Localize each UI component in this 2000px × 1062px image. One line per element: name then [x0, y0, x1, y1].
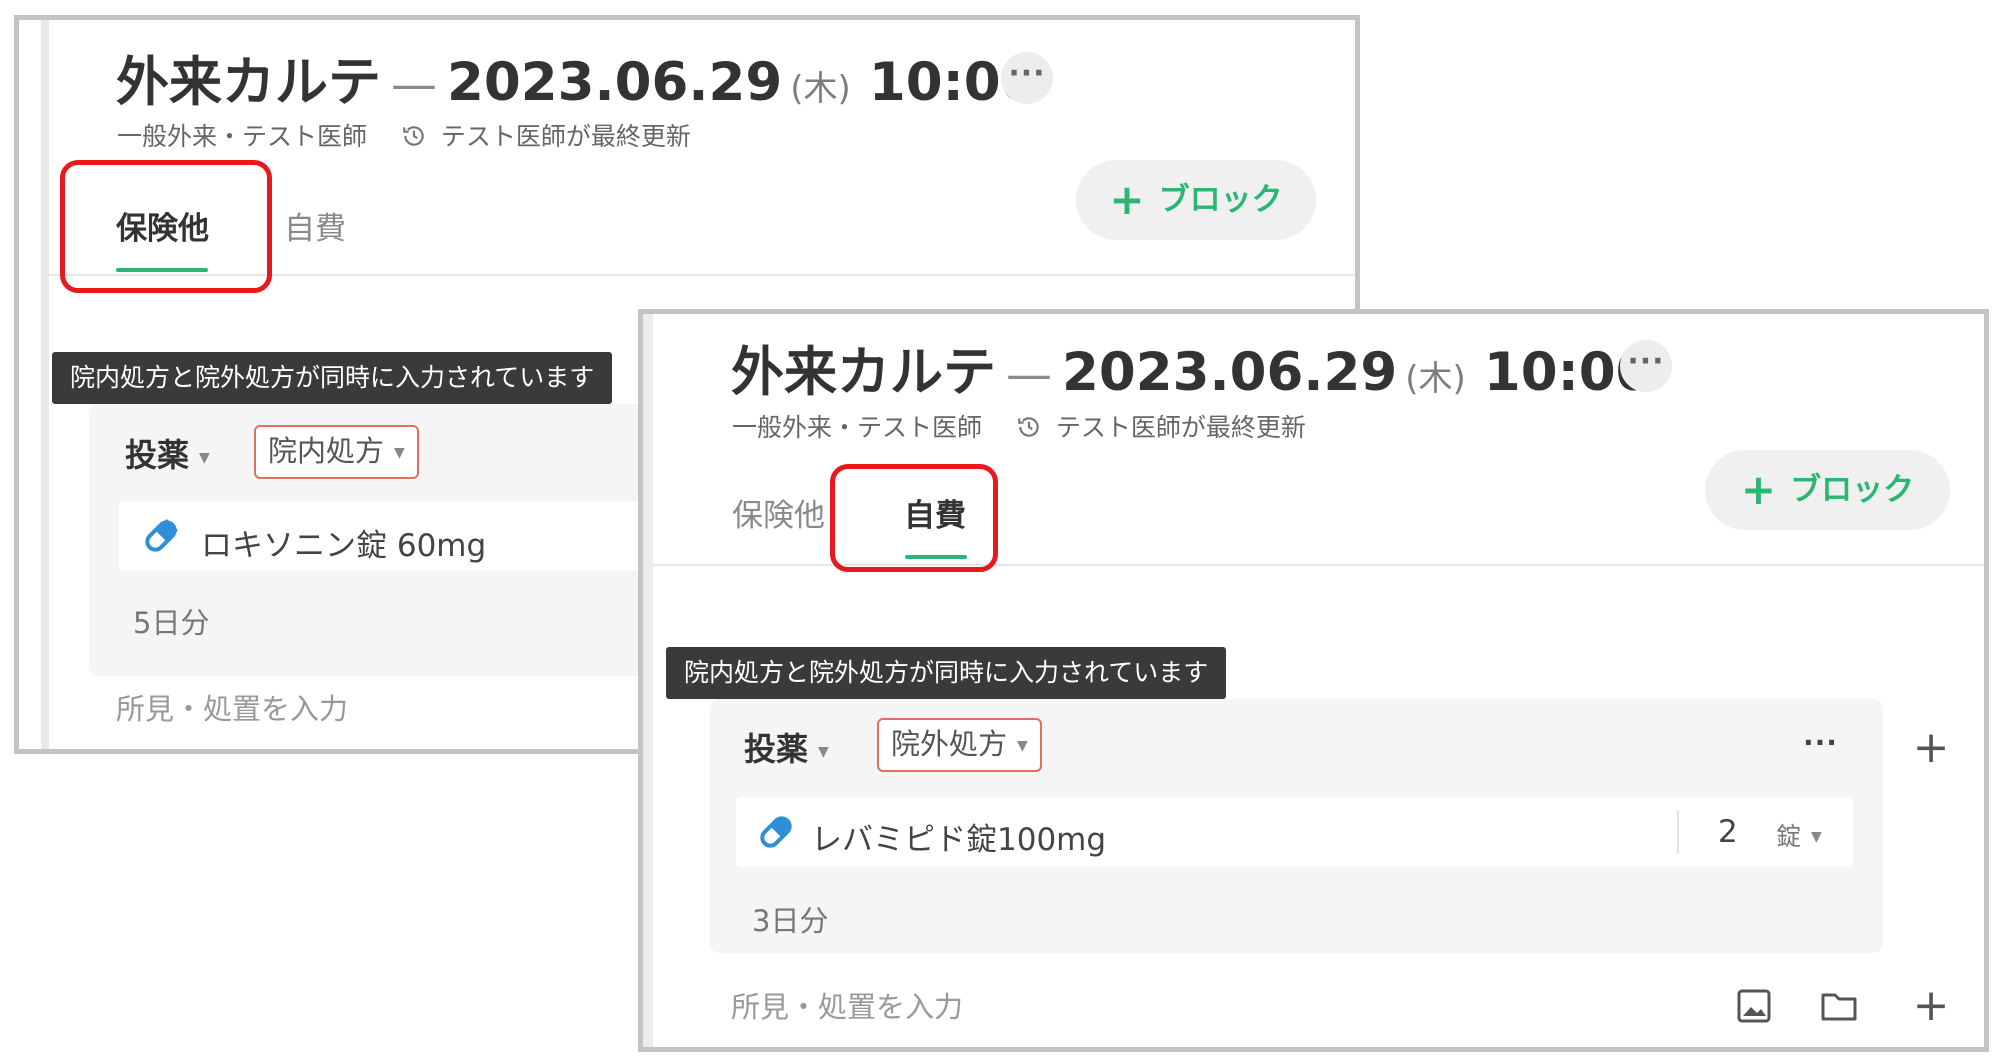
- warning-tooltip: 院内処方と院外処方が同時に入力されています: [52, 352, 613, 404]
- prescription-type-value: 院内処方: [268, 434, 385, 468]
- caret-down-icon: ▼: [394, 445, 405, 461]
- more-button[interactable]: ···: [1001, 52, 1053, 104]
- pill-icon: [760, 816, 792, 848]
- more-icon: ···: [1008, 56, 1046, 91]
- warning-tooltip: 院内処方と院外処方が同時に入力されています: [666, 647, 1227, 699]
- findings-input[interactable]: 所見・処置を入力: [731, 984, 963, 1026]
- highlight-tab-self-pay: [830, 464, 998, 572]
- tab-self-pay[interactable]: 自費: [284, 203, 346, 248]
- chart-panel-self-pay: 外来カルテ —2023.06.29 (木) 10:00 ··· 一般外来・テスト医師 …: [638, 309, 1989, 1052]
- add-block-label: ブロック: [1158, 182, 1283, 218]
- quantity-separator: [1677, 810, 1679, 854]
- dosage-days[interactable]: 3日分: [752, 898, 828, 940]
- last-updated: テスト医師が最終更新: [1055, 413, 1306, 442]
- medication-name[interactable]: ロキソニン錠 60mg: [201, 520, 486, 565]
- medication-name[interactable]: レバミピド錠100mg: [811, 814, 1106, 859]
- page-title: 外来カルテ —2023.06.29 (木) 10:00: [731, 330, 1653, 406]
- prescription-type-value: 院外処方: [891, 727, 1008, 761]
- title-label: 外来カルテ: [116, 52, 381, 113]
- last-updated: テスト医師が最終更新: [440, 122, 691, 151]
- title-date: 2023.06.29: [447, 52, 783, 113]
- department-doctor: 一般外来・テスト医師: [117, 122, 368, 151]
- department-doctor: 一般外来・テスト医師: [732, 413, 983, 442]
- caret-down-icon: ▼: [199, 450, 210, 466]
- prescription-type-select[interactable]: 院外処方 ▼: [877, 718, 1042, 772]
- caret-down-icon: ▼: [818, 744, 829, 760]
- page-title: 外来カルテ —2023.06.29 (木) 10:00: [116, 40, 1038, 116]
- history-icon: [403, 126, 424, 146]
- medication-label[interactable]: 投薬 ▼: [744, 724, 829, 770]
- unit-value: 錠: [1776, 822, 1802, 851]
- quantity-field[interactable]: 2: [1718, 814, 1738, 850]
- image-icon[interactable]: [1734, 986, 1774, 1026]
- dosage-days[interactable]: 5日分: [133, 600, 209, 642]
- add-block-label: ブロック: [1790, 472, 1915, 508]
- panel-edge: [643, 314, 653, 1047]
- block-more-icon[interactable]: ···: [1803, 726, 1838, 759]
- medication-label-text: 投薬: [744, 730, 809, 768]
- more-icon: ···: [1627, 344, 1665, 379]
- plus-icon: +: [1109, 175, 1145, 224]
- highlight-tab-insurance: [60, 160, 272, 293]
- unit-select[interactable]: 錠 ▼: [1776, 817, 1822, 853]
- history-icon: [1018, 417, 1039, 437]
- more-button[interactable]: ···: [1620, 340, 1672, 392]
- add-item-plus-icon[interactable]: +: [1911, 726, 1951, 770]
- caret-down-icon: ▼: [1017, 738, 1028, 754]
- pill-icon: [145, 519, 178, 552]
- add-attachment-plus-icon[interactable]: +: [1911, 984, 1951, 1028]
- findings-input[interactable]: 所見・処置を入力: [116, 686, 348, 728]
- title-dash: —: [391, 57, 437, 111]
- prescription-type-select[interactable]: 院内処方 ▼: [254, 425, 419, 479]
- folder-icon[interactable]: [1819, 986, 1859, 1026]
- plus-icon: +: [1740, 465, 1777, 514]
- caret-down-icon: ▼: [1811, 829, 1822, 845]
- add-block-button[interactable]: + ブロック: [1705, 450, 1950, 530]
- panel-edge: [41, 20, 49, 749]
- medication-label-text: 投薬: [125, 436, 190, 474]
- add-block-button[interactable]: + ブロック: [1076, 160, 1316, 240]
- title-label: 外来カルテ: [731, 342, 996, 403]
- title-weekday: (木): [790, 69, 851, 109]
- title-weekday: (木): [1405, 359, 1466, 399]
- tab-insurance[interactable]: 保険他: [732, 490, 825, 535]
- title-dash: —: [1006, 347, 1052, 401]
- record-meta: 一般外来・テスト医師 テスト医師が最終更新: [732, 408, 1306, 444]
- title-date: 2023.06.29: [1062, 342, 1398, 403]
- medication-label[interactable]: 投薬 ▼: [125, 430, 210, 476]
- record-meta: 一般外来・テスト医師 テスト医師が最終更新: [117, 117, 691, 153]
